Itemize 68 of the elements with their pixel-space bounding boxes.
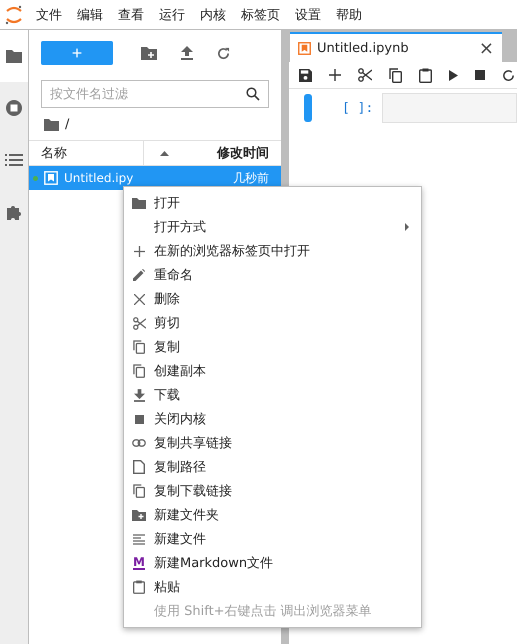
menu-item[interactable]: 复制路径: [124, 455, 421, 479]
menu-item[interactable]: 复制: [124, 335, 421, 359]
cell-prompt: [ ]:: [342, 100, 374, 116]
menu-item[interactable]: 运行: [159, 6, 185, 24]
upload-icon[interactable]: [181, 46, 193, 60]
refresh-icon[interactable]: [217, 46, 230, 60]
breadcrumb[interactable]: /: [65, 116, 70, 132]
menu-item[interactable]: 复制共享链接: [124, 431, 421, 455]
file-name: Untitled.ipy: [64, 171, 134, 185]
notebook-icon: [298, 42, 311, 54]
download-icon: [134, 388, 144, 402]
modified-time: 几秒前: [233, 170, 269, 186]
paste-icon[interactable]: [419, 68, 432, 82]
menu-item[interactable]: 复制下载链接: [124, 479, 421, 503]
column-header[interactable]: 名称: [29, 141, 144, 165]
menu-item[interactable]: M 新建Markdown文件: [124, 551, 421, 575]
menu-item[interactable]: 打开: [124, 191, 421, 215]
menu-item[interactable]: 文件: [36, 6, 62, 24]
menu-item[interactable]: 删除: [124, 287, 421, 311]
close-icon: [134, 294, 144, 304]
copy-icon: [133, 484, 145, 498]
folder-icon[interactable]: [44, 118, 59, 130]
save-icon[interactable]: [299, 68, 312, 82]
folder-icon: [132, 197, 146, 209]
menu-item[interactable]: 编辑: [77, 6, 103, 24]
menu-item[interactable]: 在新的浏览器标签页中打开: [124, 239, 421, 263]
menu-item[interactable]: 新建文件夹: [124, 503, 421, 527]
plus-icon: [134, 246, 144, 256]
notebook-icon: [44, 171, 58, 185]
menu-item[interactable]: 打开方式: [124, 215, 421, 239]
menu-item[interactable]: 查看: [118, 6, 144, 24]
paste-icon: [133, 580, 145, 594]
scissors-icon: [132, 316, 146, 330]
notebook-tab[interactable]: Untitled.ipynb ×: [290, 32, 502, 62]
code-input[interactable]: [382, 93, 517, 123]
stop-icon: [134, 414, 144, 424]
menu-item[interactable]: 设置: [295, 6, 321, 24]
cell-collapser[interactable]: [304, 94, 312, 122]
search-icon: [246, 87, 260, 101]
menu-item[interactable]: 下载: [124, 383, 421, 407]
menu-item[interactable]: 创建副本: [124, 359, 421, 383]
new-folder-icon[interactable]: [141, 46, 157, 60]
menu-item[interactable]: 帮助: [336, 6, 362, 24]
plus-icon[interactable]: [329, 69, 341, 81]
column-header[interactable]: 修改时间: [217, 144, 269, 162]
pencil-icon: [133, 269, 145, 281]
restart-icon[interactable]: [502, 68, 515, 82]
menu-item[interactable]: 新建文件: [124, 527, 421, 551]
menu-item[interactable]: 剪切: [124, 311, 421, 335]
menu-item[interactable]: 标签页: [241, 6, 280, 24]
copy-icon[interactable]: [389, 68, 402, 82]
menu-item[interactable]: 关闭内核: [124, 407, 421, 431]
menu-item[interactable]: 粘贴: [124, 575, 421, 599]
menu-item[interactable]: 内核: [200, 6, 226, 24]
file-icon: [133, 460, 145, 474]
scissors-icon[interactable]: [358, 68, 372, 82]
filter-field[interactable]: 按文件名过滤: [41, 80, 269, 108]
link-icon: [132, 439, 146, 447]
logo-icon: [4, 4, 24, 26]
text-file-icon: [133, 534, 145, 544]
new-folder-icon: [132, 509, 146, 521]
sort-caret-icon: [160, 150, 169, 156]
copy-icon: [133, 340, 145, 354]
folder-icon[interactable]: [0, 30, 28, 82]
close-icon[interactable]: ×: [478, 38, 494, 58]
menu-item[interactable]: 重命名: [124, 263, 421, 287]
copy-icon: [133, 364, 145, 378]
run-icon[interactable]: [449, 70, 458, 80]
